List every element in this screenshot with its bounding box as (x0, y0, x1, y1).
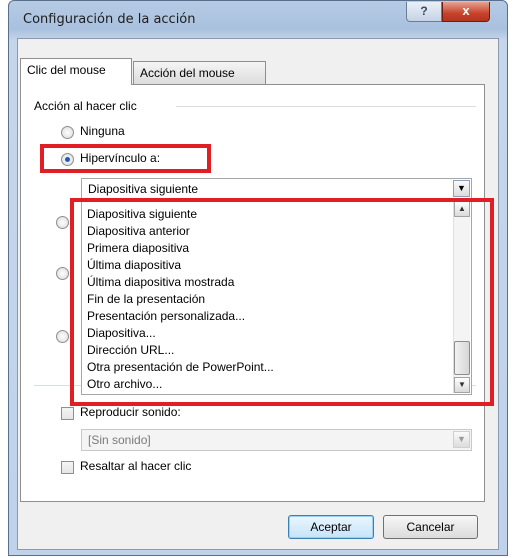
highlight-click-label[interactable]: Resaltar al hacer clic (80, 459, 191, 473)
help-button[interactable]: ? (406, 2, 442, 22)
list-item[interactable]: Última diapositiva (87, 257, 181, 274)
radio-none-label[interactable]: Ninguna (80, 124, 125, 138)
group-divider (176, 106, 476, 107)
radio-hidden-1[interactable] (56, 216, 69, 229)
chevron-down-icon[interactable]: ▼ (453, 431, 470, 448)
list-item[interactable]: Otro archivo... (87, 376, 162, 393)
list-item[interactable]: Otra presentación de PowerPoint... (87, 359, 274, 376)
hyperlink-options-list[interactable]: Diapositiva siguiente Diapositiva anteri… (81, 199, 472, 395)
list-item[interactable]: Dirección URL... (87, 342, 174, 359)
ok-button[interactable]: Aceptar (288, 515, 374, 539)
scroll-thumb[interactable] (454, 341, 470, 375)
window-title: Configuración de la acción (23, 12, 196, 27)
hyperlink-select-value: Diapositiva siguiente (88, 182, 199, 196)
list-item[interactable]: Diapositiva siguiente (87, 206, 197, 223)
tab-mouse-click[interactable]: Clic del mouse (20, 58, 132, 85)
radio-none[interactable] (61, 126, 74, 139)
play-sound-label[interactable]: Reproducir sonido: (80, 405, 181, 419)
sound-select-value: [Sin sonido] (88, 433, 151, 447)
list-item[interactable]: Diapositiva anterior (87, 223, 190, 240)
list-item[interactable]: Fin de la presentación (87, 291, 205, 308)
radio-hidden-2[interactable] (56, 267, 69, 280)
close-button[interactable]: x (442, 2, 490, 22)
scroll-down-icon[interactable]: ▼ (454, 377, 470, 393)
chevron-down-icon[interactable]: ▼ (453, 180, 470, 197)
sound-select[interactable]: [Sin sonido] ▼ (81, 429, 472, 451)
radio-hidden-3[interactable] (56, 330, 69, 343)
cancel-button[interactable]: Cancelar (383, 515, 478, 539)
scroll-up-icon[interactable]: ▲ (454, 201, 470, 217)
radio-hyperlink-label[interactable]: Hipervínculo a: (80, 151, 160, 165)
play-sound-checkbox[interactable] (61, 407, 74, 420)
list-item[interactable]: Presentación personalizada... (87, 308, 245, 325)
hyperlink-select[interactable]: Diapositiva siguiente ▼ (81, 178, 472, 199)
group-label-click-action: Acción al hacer clic (34, 99, 141, 113)
radio-hyperlink[interactable] (61, 153, 74, 166)
tab-mouse-over[interactable]: Acción del mouse (133, 61, 266, 85)
list-item[interactable]: Diapositiva... (87, 325, 156, 342)
highlight-click-checkbox[interactable] (61, 461, 74, 474)
list-item[interactable]: Primera diapositiva (87, 240, 189, 257)
list-item[interactable]: Última diapositiva mostrada (87, 274, 234, 291)
list-scrollbar[interactable]: ▲ ▼ (453, 201, 470, 393)
